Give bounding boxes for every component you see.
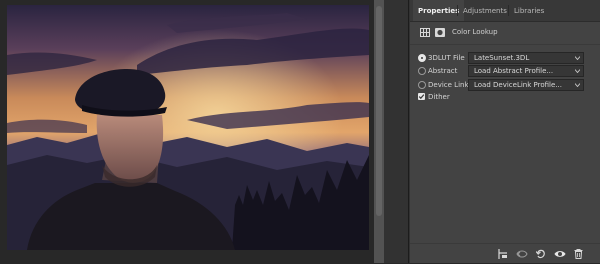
adjustment-header: Color Lookup bbox=[410, 22, 600, 45]
devicelink-profile-dropdown[interactable]: Load DeviceLink Profile... bbox=[468, 79, 584, 91]
option-abstract: Abstract Load Abstract Profile... bbox=[410, 65, 600, 79]
dropdown-value: LateSunset.3DL bbox=[474, 54, 530, 62]
radio-device-link[interactable] bbox=[418, 81, 426, 89]
panel-tab-bar: Properties Adjustments Libraries bbox=[410, 0, 600, 22]
dropdown-value: Load DeviceLink Profile... bbox=[474, 81, 562, 89]
chevron-down-icon bbox=[575, 83, 580, 87]
panel-divider bbox=[384, 0, 410, 263]
trash-icon[interactable] bbox=[574, 249, 584, 259]
option-label: Device Link bbox=[428, 81, 469, 89]
reset-icon[interactable] bbox=[535, 249, 546, 259]
3dlut-file-dropdown[interactable]: LateSunset.3DL bbox=[468, 52, 584, 64]
panel-footer bbox=[410, 243, 600, 264]
vertical-scrollbar[interactable] bbox=[374, 0, 384, 263]
adjustment-title: Color Lookup bbox=[452, 28, 498, 36]
view-previous-icon[interactable] bbox=[516, 249, 528, 259]
document-workspace bbox=[0, 0, 373, 263]
visibility-icon[interactable] bbox=[554, 249, 566, 259]
abstract-profile-dropdown[interactable]: Load Abstract Profile... bbox=[468, 65, 584, 77]
canvas-photo bbox=[7, 5, 369, 250]
mask-icon[interactable] bbox=[435, 28, 445, 37]
dither-label: Dither bbox=[428, 93, 450, 101]
radio-abstract[interactable] bbox=[418, 67, 426, 75]
tab-adjustments[interactable]: Adjustments bbox=[458, 0, 512, 21]
scrollbar-thumb[interactable] bbox=[376, 6, 382, 216]
chevron-down-icon bbox=[575, 69, 580, 73]
option-label: 3DLUT File bbox=[428, 54, 465, 62]
dropdown-value: Load Abstract Profile... bbox=[474, 67, 554, 75]
chevron-down-icon bbox=[575, 56, 580, 60]
checkmark-icon bbox=[418, 94, 425, 100]
option-label: Abstract bbox=[428, 67, 458, 75]
grid-icon[interactable] bbox=[420, 28, 430, 37]
radio-3dlut-file[interactable] bbox=[418, 54, 426, 62]
option-dither: Dither bbox=[410, 91, 600, 105]
tab-libraries[interactable]: Libraries bbox=[509, 0, 549, 21]
document-canvas[interactable] bbox=[7, 5, 369, 250]
dither-checkbox[interactable] bbox=[418, 93, 425, 100]
divider-line bbox=[408, 0, 409, 263]
properties-panel: Properties Adjustments Libraries Color L… bbox=[410, 0, 600, 263]
clip-to-layer-icon[interactable] bbox=[498, 249, 508, 259]
option-3dlut-file: 3DLUT File LateSunset.3DL bbox=[410, 52, 600, 66]
